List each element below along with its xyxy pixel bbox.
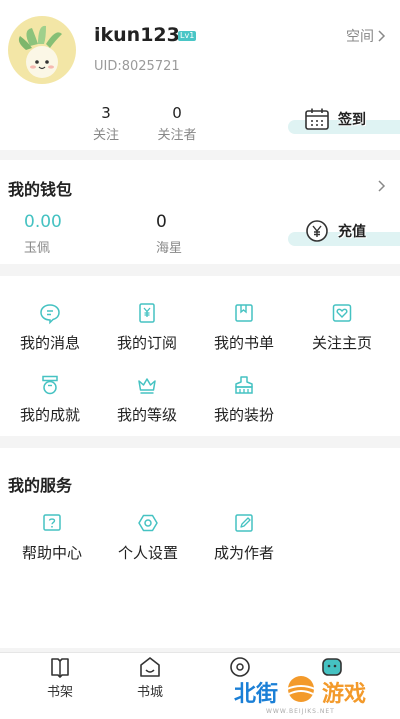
checkin-button[interactable]: 签到 bbox=[288, 104, 400, 134]
following-label: 关注 bbox=[92, 128, 119, 143]
my-booklist-item[interactable]: 我的书单 bbox=[194, 302, 294, 353]
watermark-right-text: 游戏 bbox=[322, 682, 367, 707]
medal-icon bbox=[42, 375, 58, 395]
my-subscriptions-item[interactable]: 我的订阅 bbox=[97, 302, 197, 353]
my-messages-item[interactable]: 我的消息 bbox=[0, 302, 100, 353]
nav-bookstore-label: 书城 bbox=[136, 685, 163, 700]
calendar-icon bbox=[305, 108, 329, 130]
message-icon bbox=[40, 304, 60, 325]
my-messages-label: 我的消息 bbox=[19, 334, 80, 352]
avatar[interactable] bbox=[8, 16, 76, 84]
chevron-right-icon bbox=[378, 30, 386, 42]
crown-icon bbox=[138, 378, 156, 394]
wallet-card[interactable]: 我的钱包 0.00 玉佩 0 海星 充值 bbox=[0, 160, 400, 264]
services-title: 我的服务 bbox=[8, 476, 73, 495]
my-booklist-label: 我的书单 bbox=[213, 334, 274, 352]
services-card: 我的服务 帮助中心 个人设置 成为作者 bbox=[0, 448, 400, 648]
user-id: UID:8025721 bbox=[94, 59, 180, 74]
profile-card: ikun123 Lv1 UID:8025721 空间 3 关注 0 关注者 签到 bbox=[0, 0, 400, 150]
personal-settings-label: 个人设置 bbox=[117, 544, 178, 562]
wallet-title: 我的钱包 bbox=[8, 180, 73, 199]
become-author-label: 成为作者 bbox=[213, 544, 274, 562]
my-achievements-label: 我的成就 bbox=[19, 406, 80, 424]
dressup-icon bbox=[235, 376, 253, 394]
my-dressup-label: 我的装扮 bbox=[213, 406, 274, 424]
space-link[interactable]: 空间 bbox=[346, 26, 386, 46]
followers-label: 关注者 bbox=[157, 128, 197, 143]
my-achievements-item[interactable]: 我的成就 bbox=[0, 374, 100, 425]
jade-label: 玉佩 bbox=[24, 241, 51, 256]
checkin-label: 签到 bbox=[338, 112, 366, 128]
nav-bookshelf-label: 书架 bbox=[46, 685, 73, 700]
follow-homepage-label: 关注主页 bbox=[311, 334, 372, 352]
author-icon bbox=[235, 514, 253, 532]
personal-settings-item[interactable]: 个人设置 bbox=[98, 512, 198, 563]
jade-balance: 0.00 bbox=[24, 212, 62, 232]
starfish-label: 海星 bbox=[156, 241, 183, 256]
level-badge: Lv1 bbox=[178, 31, 197, 41]
heart-icon bbox=[332, 304, 352, 322]
my-level-label: 我的等级 bbox=[116, 406, 177, 424]
recharge-button[interactable]: 充值 bbox=[288, 216, 400, 246]
yen-coin-icon bbox=[306, 220, 328, 242]
help-center-label: 帮助中心 bbox=[21, 544, 82, 562]
my-dressup-item[interactable]: 我的装扮 bbox=[194, 374, 294, 425]
sun-logo-icon bbox=[286, 676, 316, 702]
chevron-right-icon bbox=[378, 180, 386, 192]
booklist-icon bbox=[235, 304, 253, 322]
settings-icon bbox=[138, 514, 158, 532]
help-icon bbox=[43, 514, 61, 531]
my-level-item[interactable]: 我的等级 bbox=[97, 374, 197, 425]
recharge-label: 充值 bbox=[338, 224, 366, 240]
subscription-icon bbox=[139, 303, 155, 323]
starfish-balance: 0 bbox=[156, 212, 167, 232]
my-subscriptions-label: 我的订阅 bbox=[116, 334, 177, 352]
followers-count: 0 bbox=[172, 104, 182, 122]
watermark-left-text: 北街 bbox=[234, 682, 279, 707]
help-center-item[interactable]: 帮助中心 bbox=[2, 512, 102, 563]
watermark-url: WWW.BEIJIKS.NET bbox=[266, 708, 335, 715]
following-stat[interactable]: 3 关注 bbox=[66, 104, 146, 143]
bookshelf-icon bbox=[51, 658, 69, 678]
watermark-logo: 北街 游戏 WWW.BEIJIKS.NET bbox=[232, 672, 392, 718]
following-count: 3 bbox=[101, 104, 111, 122]
space-label: 空间 bbox=[346, 29, 374, 45]
nav-bookshelf[interactable]: 书架 bbox=[20, 653, 100, 700]
become-author-item[interactable]: 成为作者 bbox=[194, 512, 294, 563]
followers-stat[interactable]: 0 关注者 bbox=[137, 104, 217, 143]
follow-homepage-item[interactable]: 关注主页 bbox=[292, 302, 392, 353]
features-card: 我的消息 我的订阅 我的书单 关注主页 我的成就 我的等级 我的装扮 bbox=[0, 276, 400, 436]
username: ikun123 bbox=[94, 24, 180, 46]
bookstore-icon bbox=[140, 657, 160, 677]
nav-bookstore[interactable]: 书城 bbox=[110, 653, 190, 700]
